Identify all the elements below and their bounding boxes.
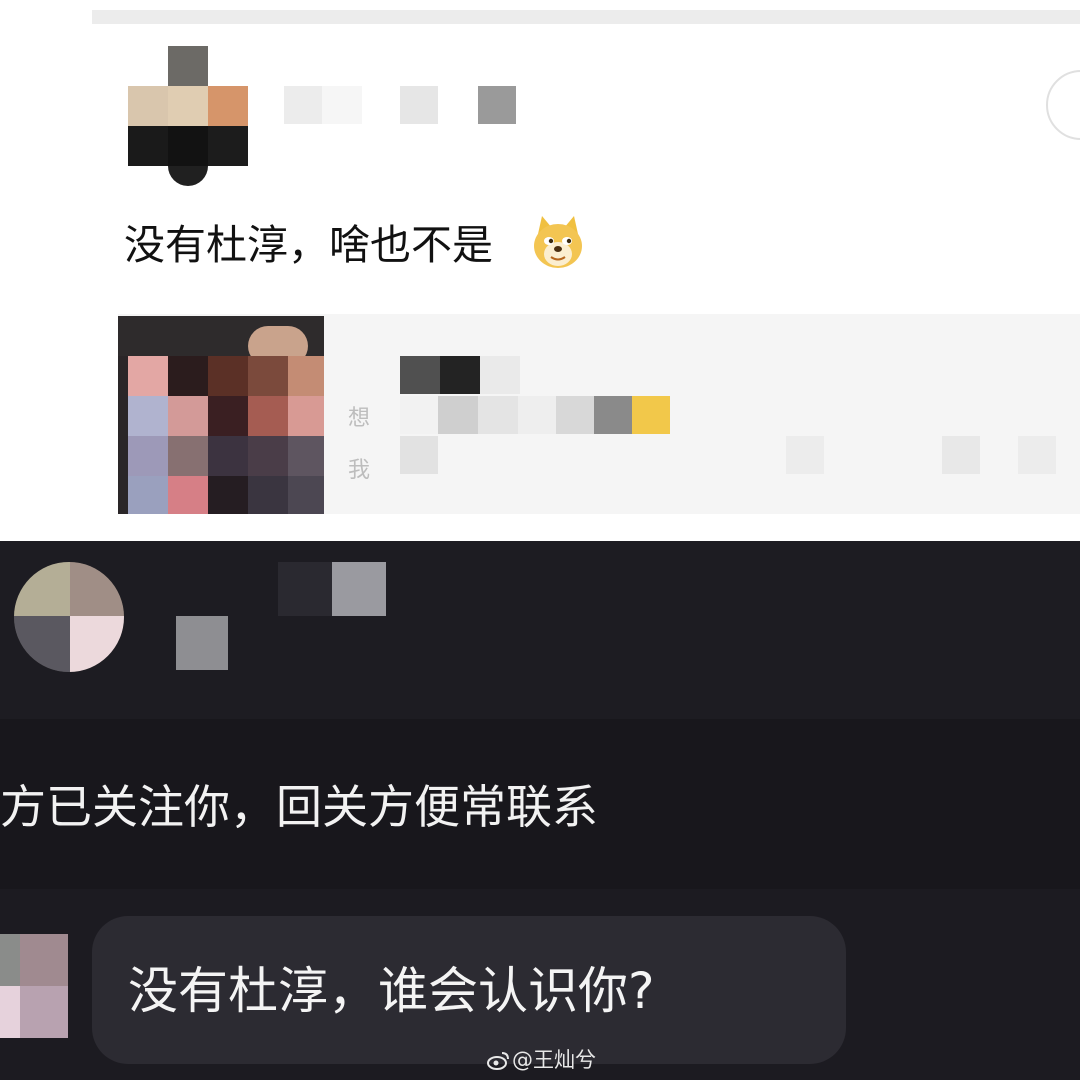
post-text: 没有杜淳，啥也不是 — [124, 221, 493, 269]
quoted-post-content: 想 我 — [340, 340, 1080, 510]
chat-header-avatar[interactable] — [14, 562, 124, 672]
message-text: 没有杜淳，谁会认识你? — [128, 962, 655, 1020]
chat-header-name — [176, 562, 396, 672]
watermark: @王灿兮 — [512, 1048, 596, 1072]
avatar[interactable] — [128, 46, 248, 186]
quoted-line2-prefix: 我 — [348, 458, 371, 483]
doge-emoji-icon — [532, 214, 584, 270]
system-notice: 方已关注你，回关方便常联系 — [0, 780, 598, 834]
quoted-post-thumbnail[interactable] — [118, 316, 324, 514]
author-name[interactable] — [284, 86, 524, 126]
sender-avatar[interactable] — [0, 934, 68, 1038]
chat-header — [0, 541, 1080, 719]
weibo-logo-icon — [486, 1048, 510, 1072]
top-divider — [92, 10, 1080, 24]
quoted-line1-prefix: 想 — [348, 406, 371, 431]
